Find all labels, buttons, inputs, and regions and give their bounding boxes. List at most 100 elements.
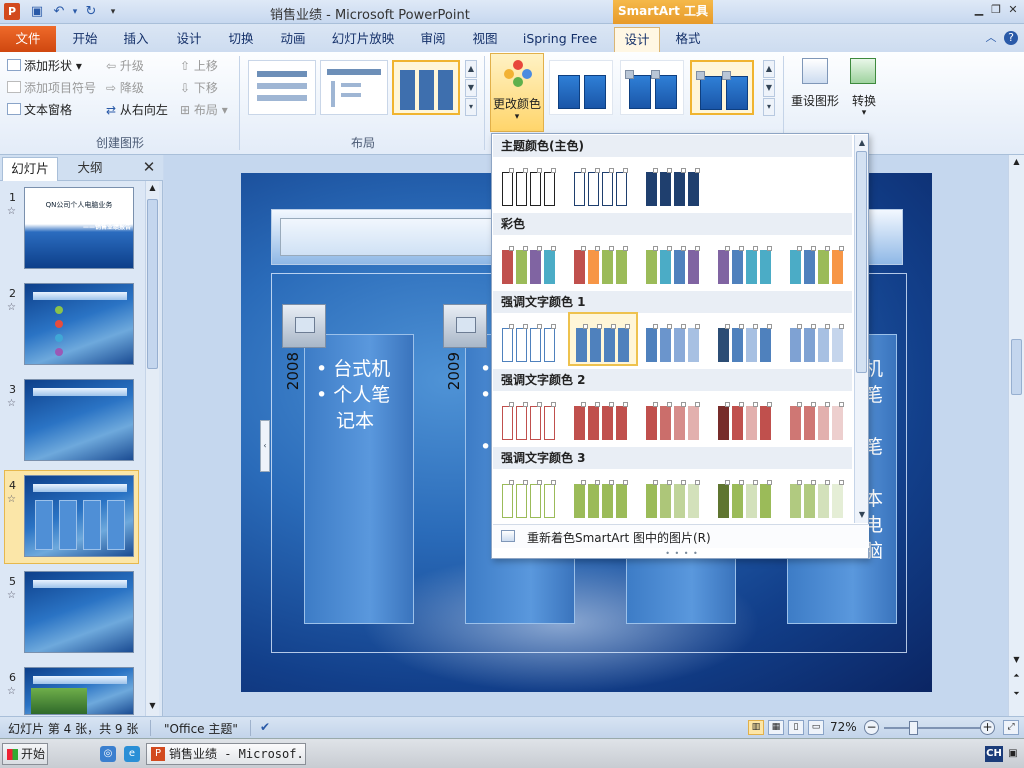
spell-check-icon[interactable]: ✔	[260, 720, 270, 734]
slide-thumbnail-5[interactable]	[24, 571, 134, 653]
convert-button[interactable]: 转换 ▾	[842, 56, 886, 132]
scroll-up-icon[interactable]: ▲	[146, 183, 159, 192]
restore-icon[interactable]: ❐	[989, 3, 1003, 17]
dropdown-scrollbar[interactable]: ▲ ▼	[854, 135, 868, 523]
color-option-colorful-4[interactable]	[714, 236, 780, 286]
color-option-colorful-1[interactable]	[498, 236, 564, 286]
zoom-in-icon[interactable]: +	[980, 720, 995, 735]
powerpoint-app-icon[interactable]: P	[4, 3, 20, 20]
change-colors-button[interactable]: 更改颜色 ▾	[490, 53, 544, 132]
move-down-button[interactable]: ⇩ 下移	[180, 79, 218, 96]
color-option-accent1-5[interactable]	[786, 314, 852, 364]
slide-thumbnail-1[interactable]: QN公司个人电脑业务 ——销售业绩报告	[24, 187, 134, 269]
style-more-icon[interactable]: ▾	[763, 98, 775, 116]
demote-button[interactable]: ⇨ 降级	[106, 79, 144, 96]
slide-sorter-view-icon[interactable]: ▦	[768, 720, 784, 735]
scroll-up-icon[interactable]: ▲	[1010, 157, 1023, 166]
color-option-accent3-3[interactable]	[642, 470, 708, 520]
picture-placeholder-icon[interactable]	[282, 304, 326, 348]
color-option-dark2-fill[interactable]	[642, 158, 708, 208]
help-icon[interactable]: ?	[1004, 31, 1018, 45]
minimize-ribbon-icon[interactable]: ︿	[984, 31, 998, 45]
color-option-accent1-3[interactable]	[642, 314, 708, 364]
scroll-up-icon[interactable]: ▲	[856, 137, 868, 149]
color-option-accent1-1[interactable]	[498, 314, 564, 364]
internet-explorer-icon[interactable]: e	[124, 746, 140, 762]
add-shape-button[interactable]: 添加形状 ▾	[7, 57, 82, 74]
slideshow-view-icon[interactable]: ▭	[808, 720, 824, 735]
slide-thumbnail-6[interactable]	[24, 667, 134, 715]
layout-option-1[interactable]	[248, 60, 316, 115]
scroll-thumb[interactable]	[147, 199, 158, 369]
text-pane-toggle-handle[interactable]: ‹	[260, 420, 270, 472]
input-method-indicator[interactable]: CH	[985, 746, 1003, 762]
recolor-pictures-option[interactable]: 重新着色SmartArt 图中的图片(R)	[493, 524, 869, 548]
start-button[interactable]: 开始	[2, 743, 48, 765]
close-pane-icon[interactable]: ✕	[141, 159, 157, 175]
redo-icon[interactable]: ↻	[82, 3, 100, 21]
color-option-colorful-5[interactable]	[786, 236, 852, 286]
layout-button[interactable]: ⊞ 布局 ▾	[180, 101, 228, 118]
layout-more-icon[interactable]: ▾	[465, 98, 477, 116]
text-pane-button[interactable]: 文本窗格	[7, 101, 72, 118]
color-option-accent3-2[interactable]	[570, 470, 636, 520]
style-scroll-up-icon[interactable]: ▲	[763, 60, 775, 78]
color-option-accent2-5[interactable]	[786, 392, 852, 442]
color-option-dark2-outline[interactable]	[570, 158, 636, 208]
taskbar-powerpoint-window[interactable]: P 销售业绩 - Microsof...	[146, 743, 306, 765]
smartart-style-1[interactable]	[549, 60, 613, 115]
tab-insert[interactable]: 插入	[113, 27, 159, 52]
color-option-accent3-4[interactable]	[714, 470, 780, 520]
zoom-slider-handle[interactable]	[909, 721, 918, 735]
next-slide-icon[interactable]: ⏷	[1010, 689, 1023, 699]
scroll-down-icon[interactable]: ▼	[146, 701, 159, 710]
color-option-accent1-2-selected[interactable]	[568, 312, 638, 366]
tab-ispring[interactable]: iSpring Free	[518, 27, 602, 52]
tab-review[interactable]: 审阅	[410, 27, 456, 52]
smartart-style-2[interactable]	[620, 60, 684, 115]
bullet-item-continuation[interactable]: 记本	[336, 408, 374, 434]
tab-transitions[interactable]: 切换	[218, 27, 264, 52]
tab-design[interactable]: 设计	[166, 27, 212, 52]
style-scroll-down-icon[interactable]: ▼	[763, 79, 775, 97]
slide-vertical-scrollbar[interactable]: ▲ ▼ ⏶ ⏷	[1008, 155, 1024, 716]
slides-pane-scrollbar[interactable]: ▲ ▼	[145, 181, 159, 716]
tab-smartart-design[interactable]: 设计	[614, 27, 660, 52]
tab-smartart-format[interactable]: 格式	[665, 27, 711, 52]
ime-options-icon[interactable]: ▣	[1006, 747, 1020, 761]
color-option-accent2-2[interactable]	[570, 392, 636, 442]
layout-scroll-down-icon[interactable]: ▼	[465, 79, 477, 97]
color-option-colorful-3[interactable]	[642, 236, 708, 286]
reset-graphic-button[interactable]: 重设图形	[790, 56, 840, 116]
layout-option-3-selected[interactable]	[392, 60, 460, 115]
scroll-down-icon[interactable]: ▼	[1010, 655, 1023, 664]
color-option-dark1-outline[interactable]	[498, 158, 564, 208]
picture-placeholder-icon[interactable]	[443, 304, 487, 348]
color-option-colorful-2[interactable]	[570, 236, 636, 286]
tab-slideshow[interactable]: 幻灯片放映	[326, 27, 400, 52]
reading-view-icon[interactable]: ▯	[788, 720, 804, 735]
bullet-item[interactable]: • 台式机	[316, 356, 390, 382]
tab-file[interactable]: 文件	[0, 26, 56, 52]
close-icon[interactable]: ✕	[1006, 3, 1020, 17]
save-icon[interactable]: ▣	[28, 3, 46, 21]
minimize-icon[interactable]: ▁	[972, 3, 986, 17]
color-option-accent3-5[interactable]	[786, 470, 852, 520]
layout-scroll-up-icon[interactable]: ▲	[465, 60, 477, 78]
slide-thumbnail-3[interactable]	[24, 379, 134, 461]
tab-animations[interactable]: 动画	[270, 27, 316, 52]
color-option-accent3-1[interactable]	[498, 470, 564, 520]
smartart-style-3-selected[interactable]	[690, 60, 754, 115]
scroll-thumb[interactable]	[856, 151, 867, 373]
add-bullet-button[interactable]: 添加项目符号	[7, 79, 96, 96]
zoom-level[interactable]: 72%	[830, 720, 857, 734]
move-up-button[interactable]: ⇧ 上移	[180, 57, 218, 74]
layout-option-2[interactable]	[320, 60, 388, 115]
slide-thumbnail-2[interactable]	[24, 283, 134, 365]
right-to-left-button[interactable]: ⇄ 从右向左	[106, 101, 168, 118]
resize-grip-icon[interactable]: • • • •	[662, 549, 702, 558]
zoom-out-icon[interactable]: −	[864, 720, 879, 735]
tab-slides[interactable]: 幻灯片	[2, 157, 58, 181]
fit-to-window-icon[interactable]: ⤢	[1003, 720, 1019, 735]
zoom-slider[interactable]	[884, 727, 980, 729]
